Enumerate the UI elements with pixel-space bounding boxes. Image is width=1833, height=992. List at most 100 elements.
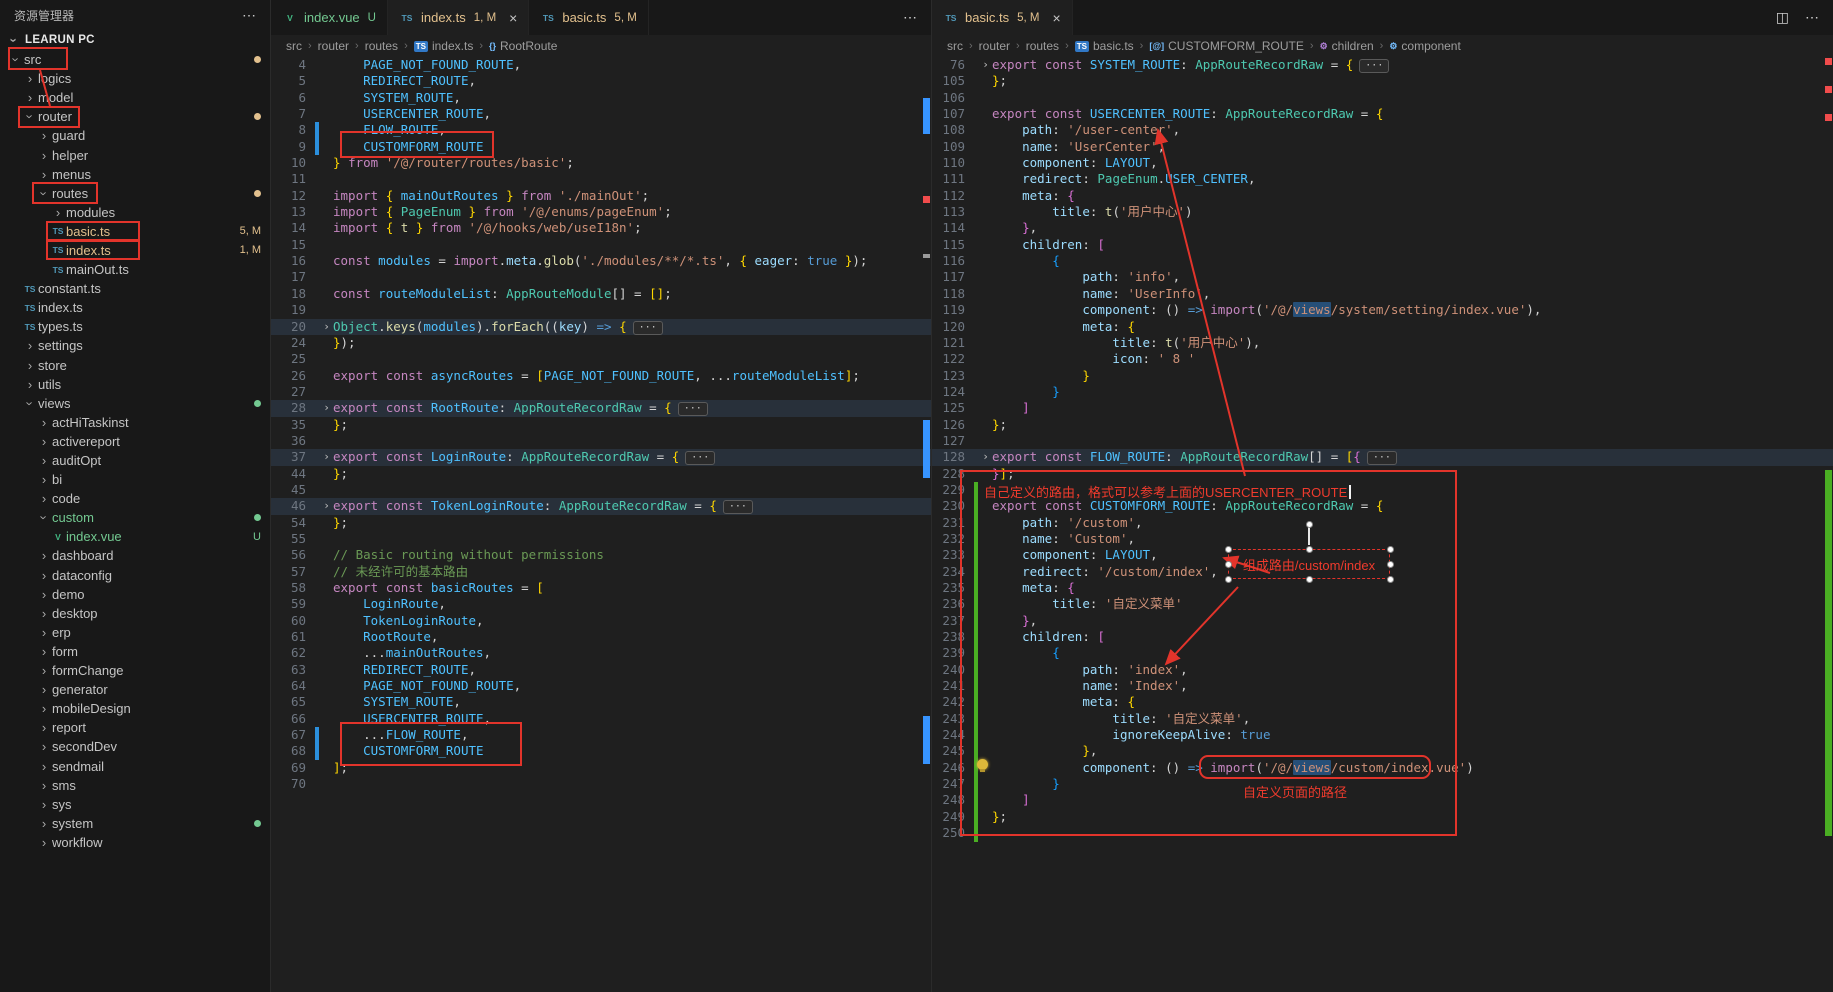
tree-item-views[interactable]: ›views [0, 394, 270, 413]
code-line-125[interactable]: 125 ] [932, 400, 1833, 416]
fold-chevron-icon[interactable]: › [320, 449, 333, 465]
code-line-123[interactable]: 123 } [932, 368, 1833, 384]
tree-item-form[interactable]: ›form [0, 642, 270, 661]
code-editor-basic-ts[interactable]: 76›export const SYSTEM_ROUTE: AppRouteRe… [932, 57, 1833, 992]
code-line-113[interactable]: 113 title: t('用户中心') [932, 204, 1833, 220]
code-line-15[interactable]: 15 [271, 237, 931, 253]
tree-item-mobileDesign[interactable]: ›mobileDesign [0, 699, 270, 718]
tree-item-demo[interactable]: ›demo [0, 585, 270, 604]
more-actions-icon[interactable]: ⋯ [242, 7, 256, 24]
code-line-237[interactable]: 237 }, [932, 613, 1833, 629]
code-line-20[interactable]: 20›Object.keys(modules).forEach((key) =>… [271, 319, 931, 335]
code-line-229[interactable]: 229 [932, 482, 1833, 498]
code-line-112[interactable]: 112 meta: { [932, 188, 1833, 204]
tree-item-store[interactable]: ›store [0, 356, 270, 375]
code-line-109[interactable]: 109 name: 'UserCenter', [932, 139, 1833, 155]
code-line-243[interactable]: 243 title: '自定义菜单', [932, 711, 1833, 727]
tree-item-guard[interactable]: ›guard [0, 126, 270, 145]
code-line-127[interactable]: 127 [932, 433, 1833, 449]
code-line-36[interactable]: 36 [271, 433, 931, 449]
code-line-4[interactable]: 4 PAGE_NOT_FOUND_ROUTE, [271, 57, 931, 73]
tree-item-sys[interactable]: ›sys [0, 795, 270, 814]
breadcrumb-item-CUSTOMFORM_ROUTE[interactable]: [@]CUSTOMFORM_ROUTE [1149, 39, 1304, 53]
code-line-19[interactable]: 19 [271, 302, 931, 318]
code-line-236[interactable]: 236 title: '自定义菜单' [932, 596, 1833, 612]
fold-chevron-icon[interactable]: › [320, 319, 333, 335]
more-actions-icon[interactable]: ⋯ [903, 9, 917, 26]
fold-chevron-icon[interactable]: › [979, 57, 992, 73]
tree-item-utils[interactable]: ›utils [0, 375, 270, 394]
tree-item-activereport[interactable]: ›activereport [0, 432, 270, 451]
tree-item-modules[interactable]: ›modules [0, 203, 270, 222]
code-line-37[interactable]: 37›export const LoginRoute: AppRouteReco… [271, 449, 931, 465]
project-section-header[interactable]: › LEARUN PC [0, 30, 270, 50]
tree-item-routes[interactable]: ›routes [0, 184, 270, 203]
code-line-116[interactable]: 116 { [932, 253, 1833, 269]
close-icon[interactable]: × [1052, 11, 1060, 25]
tree-item-dataconfig[interactable]: ›dataconfig [0, 566, 270, 585]
code-line-121[interactable]: 121 title: t('用户中心'), [932, 335, 1833, 351]
code-line-57[interactable]: 57// 未经许可的基本路由 [271, 564, 931, 580]
folded-ellipsis[interactable]: ··· [1367, 451, 1397, 465]
tree-item-custom[interactable]: ›custom [0, 508, 270, 527]
tree-item-menus[interactable]: ›menus [0, 165, 270, 184]
code-line-13[interactable]: 13import { PageEnum } from '/@/enums/pag… [271, 204, 931, 220]
tree-item-constant.ts[interactable]: TSconstant.ts [0, 279, 270, 298]
code-line-105[interactable]: 105}; [932, 73, 1833, 89]
breadcrumb-item-routes[interactable]: routes [1026, 39, 1059, 53]
annotation-textbox[interactable]: 组成路由/custom/index [1228, 549, 1390, 579]
fold-chevron-icon[interactable]: › [320, 400, 333, 416]
code-line-232[interactable]: 232 name: 'Custom', [932, 531, 1833, 547]
code-line-10[interactable]: 10} from '/@/router/routes/basic'; [271, 155, 931, 171]
overview-ruler-middle[interactable] [922, 0, 931, 992]
code-line-228[interactable]: 228}]; [932, 466, 1833, 482]
tree-item-actHiTaskinst[interactable]: ›actHiTaskinst [0, 413, 270, 432]
code-line-120[interactable]: 120 meta: { [932, 319, 1833, 335]
code-line-46[interactable]: 46›export const TokenLoginRoute: AppRout… [271, 498, 931, 514]
code-line-44[interactable]: 44}; [271, 466, 931, 482]
breadcrumb-item-component[interactable]: ⚙component [1389, 39, 1460, 53]
code-line-240[interactable]: 240 path: 'index', [932, 662, 1833, 678]
folded-ellipsis[interactable]: ··· [633, 321, 663, 335]
tab-index.vue[interactable]: Vindex.vueU [271, 0, 388, 35]
tree-item-sms[interactable]: ›sms [0, 776, 270, 795]
breadcrumb-item-index.ts[interactable]: TSindex.ts [414, 39, 474, 53]
code-line-114[interactable]: 114 }, [932, 220, 1833, 236]
code-line-9[interactable]: 9 CUSTOMFORM_ROUTE [271, 139, 931, 155]
folded-ellipsis[interactable]: ··· [678, 402, 708, 416]
code-line-128[interactable]: 128›export const FLOW_ROUTE: AppRouteRec… [932, 449, 1833, 465]
tree-item-dashboard[interactable]: ›dashboard [0, 546, 270, 565]
code-line-242[interactable]: 242 meta: { [932, 694, 1833, 710]
code-line-14[interactable]: 14import { t } from '/@/hooks/web/useI18… [271, 220, 931, 236]
tree-item-erp[interactable]: ›erp [0, 623, 270, 642]
code-line-231[interactable]: 231 path: '/custom', [932, 515, 1833, 531]
folded-ellipsis[interactable]: ··· [685, 451, 715, 465]
tree-item-sendmail[interactable]: ›sendmail [0, 756, 270, 775]
code-line-107[interactable]: 107export const USERCENTER_ROUTE: AppRou… [932, 106, 1833, 122]
tree-item-secondDev[interactable]: ›secondDev [0, 737, 270, 756]
code-line-59[interactable]: 59 LoginRoute, [271, 596, 931, 612]
code-line-18[interactable]: 18const routeModuleList: AppRouteModule[… [271, 286, 931, 302]
tree-item-generator[interactable]: ›generator [0, 680, 270, 699]
code-line-110[interactable]: 110 component: LAYOUT, [932, 155, 1833, 171]
more-actions-icon[interactable]: ⋯ [1805, 9, 1819, 26]
code-line-118[interactable]: 118 name: 'UserInfo', [932, 286, 1833, 302]
code-line-64[interactable]: 64 PAGE_NOT_FOUND_ROUTE, [271, 678, 931, 694]
code-line-250[interactable]: 250 [932, 825, 1833, 841]
code-line-247[interactable]: 247 } [932, 776, 1833, 792]
tree-item-mainOut.ts[interactable]: TSmainOut.ts [0, 260, 270, 279]
tree-item-logics[interactable]: ›logics [0, 69, 270, 88]
code-line-16[interactable]: 16const modules = import.meta.glob('./mo… [271, 253, 931, 269]
code-line-124[interactable]: 124 } [932, 384, 1833, 400]
code-line-27[interactable]: 27 [271, 384, 931, 400]
close-icon[interactable]: × [509, 11, 517, 25]
breadcrumb-item-router[interactable]: router [979, 39, 1010, 53]
code-line-17[interactable]: 17 [271, 269, 931, 285]
code-line-66[interactable]: 66 USERCENTER_ROUTE, [271, 711, 931, 727]
code-line-106[interactable]: 106 [932, 90, 1833, 106]
tree-item-report[interactable]: ›report [0, 718, 270, 737]
split-editor-icon[interactable]: ◫ [1776, 9, 1789, 26]
code-line-11[interactable]: 11 [271, 171, 931, 187]
code-line-117[interactable]: 117 path: 'info', [932, 269, 1833, 285]
tab-index.ts[interactable]: TSindex.ts1, M× [388, 0, 529, 35]
